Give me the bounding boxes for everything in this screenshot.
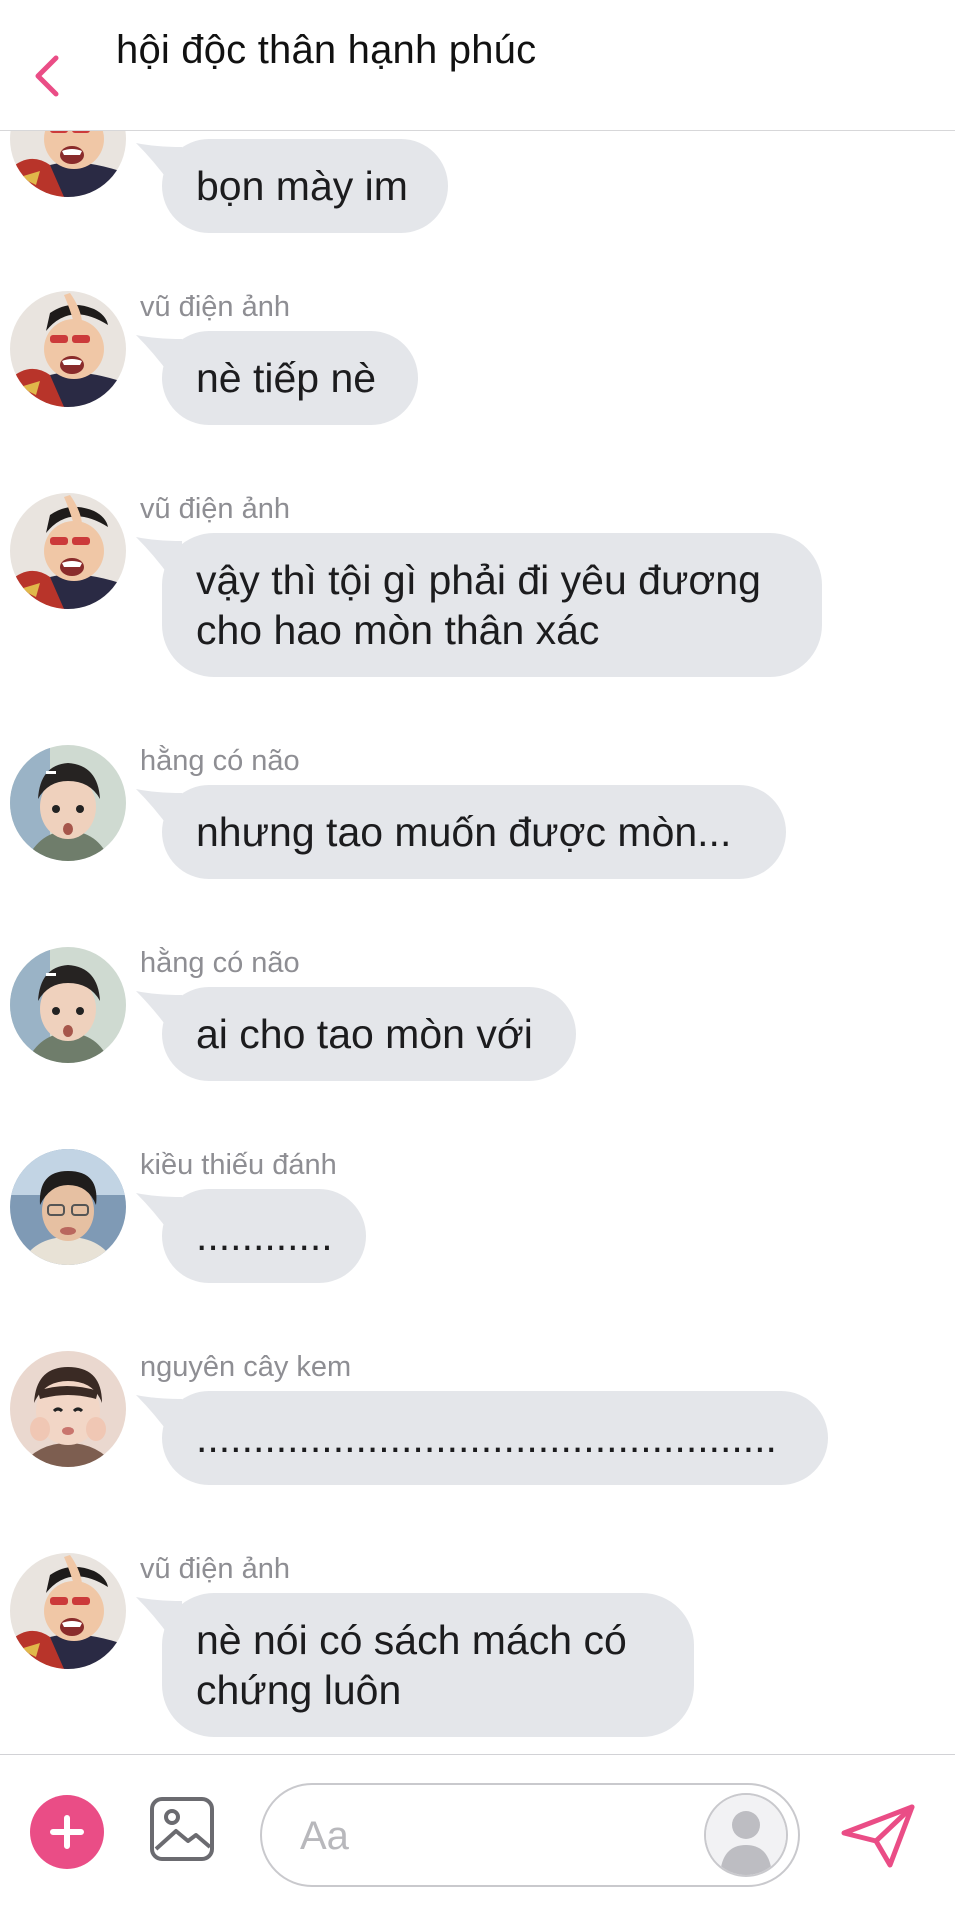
avatar[interactable] xyxy=(10,1553,126,1669)
message-input-container[interactable] xyxy=(260,1783,800,1887)
avatar-vu xyxy=(10,131,126,197)
avatar-kieu xyxy=(10,1149,126,1265)
chevron-left-icon xyxy=(35,55,59,97)
image-icon xyxy=(150,1797,214,1861)
message-bubble[interactable]: vậy thì tội gì phải đi yêu đương cho hao… xyxy=(162,533,822,677)
sticker-button[interactable] xyxy=(704,1793,788,1877)
message-bubble[interactable]: ........................................… xyxy=(162,1391,828,1485)
message-bubble[interactable]: nhưng tao muốn được mòn... xyxy=(162,785,786,879)
avatar-vu xyxy=(10,291,126,407)
sender-name: kiều thiếu đánh xyxy=(140,1149,337,1181)
message-list[interactable]: bọn mày im vũ điện ảnh nè tiếp nè vũ điệ… xyxy=(0,131,955,1753)
message-bubble[interactable]: nè tiếp nè xyxy=(162,331,418,425)
sender-name: vũ điện ảnh xyxy=(140,291,290,323)
more-actions-button[interactable] xyxy=(30,1795,104,1869)
sender-name: vũ điện ảnh xyxy=(140,1553,290,1585)
message-bubble[interactable]: ............ xyxy=(162,1189,366,1283)
send-button[interactable] xyxy=(838,1801,918,1871)
conversation-title[interactable]: hội độc thân hạnh phúc xyxy=(116,28,536,73)
avatar[interactable] xyxy=(10,947,126,1063)
message-input[interactable] xyxy=(298,1805,682,1867)
avatar-hang xyxy=(10,745,126,861)
sender-name: nguyên cây kem xyxy=(140,1351,352,1383)
message-bubble[interactable]: bọn mày im xyxy=(162,139,448,233)
plus-icon xyxy=(50,1815,84,1849)
composer-bar xyxy=(0,1754,955,1921)
avatar[interactable] xyxy=(10,1149,126,1265)
avatar-hang xyxy=(10,947,126,1063)
avatar[interactable] xyxy=(10,745,126,861)
send-icon xyxy=(841,1804,915,1868)
avatar-vu xyxy=(10,493,126,609)
message-bubble[interactable]: ai cho tao mòn với xyxy=(162,987,576,1081)
sender-name: hằng có não xyxy=(140,745,300,777)
avatar[interactable] xyxy=(10,291,126,407)
avatar[interactable] xyxy=(10,1351,126,1467)
sticker-avatar-icon xyxy=(706,1795,786,1875)
sender-name: vũ điện ảnh xyxy=(140,493,290,525)
avatar-vu xyxy=(10,1553,126,1669)
photo-button[interactable] xyxy=(148,1795,216,1863)
avatar[interactable] xyxy=(10,131,126,197)
sender-name: hằng có não xyxy=(140,947,300,979)
avatar-nguyen xyxy=(10,1351,126,1467)
message-bubble[interactable]: nè nói có sách mách có chứng luôn xyxy=(162,1593,694,1737)
back-button[interactable] xyxy=(26,52,66,100)
chat-header: hội độc thân hạnh phúc xyxy=(0,0,955,131)
avatar[interactable] xyxy=(10,493,126,609)
